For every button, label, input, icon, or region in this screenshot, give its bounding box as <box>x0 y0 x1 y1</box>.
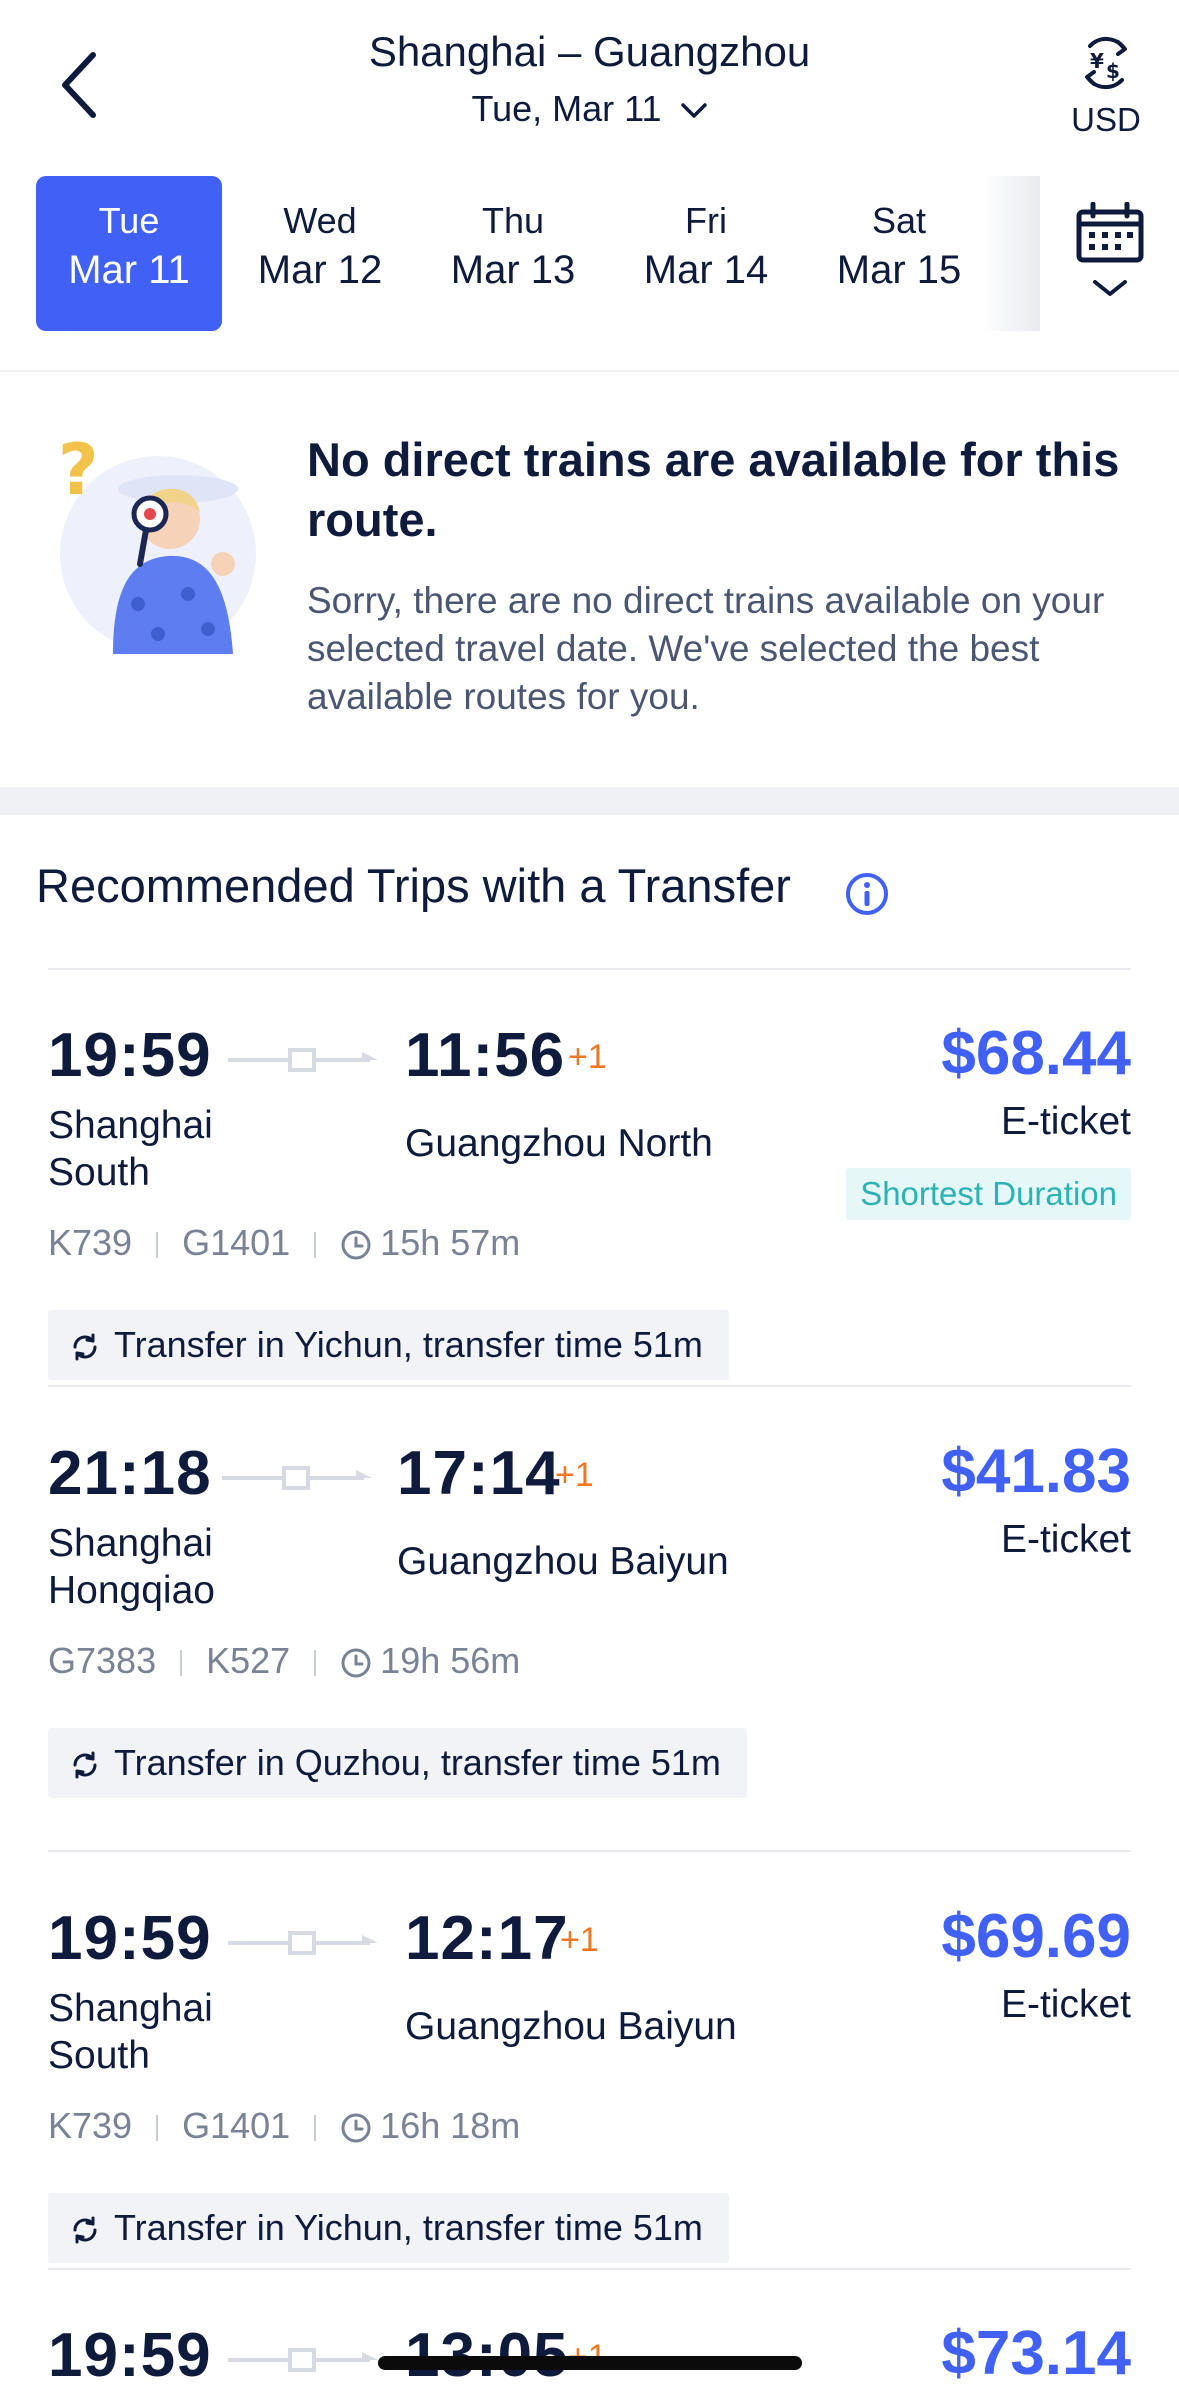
currency-exchange-icon: ¥ $ <box>1085 36 1127 90</box>
date-tab-mar-13[interactable]: Thu Mar 13 <box>420 176 606 331</box>
transfer-icon <box>73 2216 97 2244</box>
departure-station: Shanghai Hongqiao <box>48 1522 215 1612</box>
ticket-type: E-ticket <box>1000 1983 1131 2026</box>
transfer-icon <box>73 1751 97 1779</box>
train-number: G7383 <box>48 1640 157 1681</box>
calendar-icon <box>1076 201 1143 296</box>
route-arrow-icon <box>228 1931 378 1955</box>
trip-card[interactable]: 21:18 17:14 +1 Shanghai Hongqiao Guangzh… <box>0 1418 1179 1818</box>
trip-card[interactable]: 19:59 11:56 +1 Shanghai South Guangzhou … <box>0 1000 1179 1400</box>
departure-station: Shanghai South <box>48 1987 213 2077</box>
date-tab-mar-14[interactable]: Fri Mar 14 <box>613 176 799 331</box>
trip-card[interactable]: 19:59 12:17 +1 Shanghai South Guangzhou … <box>0 1883 1179 2283</box>
day-month: Mar 15 <box>836 248 962 292</box>
train-number: K739 <box>48 1222 133 1263</box>
info-icon[interactable] <box>845 872 889 916</box>
price: $41.83 <box>941 1437 1131 1506</box>
price: $73.14 <box>941 2319 1131 2388</box>
selected-date: Tue, Mar 11 <box>471 88 662 129</box>
header: Shanghai – Guangzhou Tue, Mar 11 ¥ $ USD… <box>0 0 1179 370</box>
train-number: K739 <box>48 2105 133 2146</box>
clock-icon <box>341 1230 371 1260</box>
trip-meta: K739 G1401 15h 57m <box>48 1222 520 1264</box>
clock-icon <box>341 2113 371 2143</box>
price: $69.69 <box>941 1902 1131 1971</box>
route-arrow-icon <box>228 1048 378 1072</box>
day-of-week: Fri <box>685 200 727 241</box>
arrival-station: Guangzhou Baiyun <box>397 1540 729 1583</box>
day-month: Mar 14 <box>643 248 769 292</box>
day-offset: +1 <box>568 1038 607 1076</box>
list-separator <box>48 2268 1131 2270</box>
shortest-duration-badge: Shortest Duration <box>846 1168 1131 1220</box>
svg-text:?: ? <box>58 434 99 511</box>
departure-station: Shanghai South <box>48 1104 213 1194</box>
chevron-down-icon <box>680 103 707 119</box>
departure-time: 19:59 <box>48 1904 212 1973</box>
train-number: G1401 <box>182 1222 291 1263</box>
clock-icon <box>341 1648 371 1678</box>
ticket-type: E-ticket <box>1000 1518 1131 1561</box>
route-arrow-icon <box>228 2348 378 2372</box>
date-tab-mar-12[interactable]: Wed Mar 12 <box>227 176 413 331</box>
train-number: G1401 <box>182 2105 291 2146</box>
svg-text:$: $ <box>1106 59 1120 83</box>
currency-button[interactable]: ¥ $ USD <box>1061 34 1151 144</box>
duration: 15h 57m <box>380 1222 521 1263</box>
traveler-illustration: ? <box>58 429 258 654</box>
arrival-station: Guangzhou Baiyun <box>405 2005 737 2048</box>
departure-time: 21:18 <box>48 1439 212 1508</box>
date-strip: Tue Mar 11 Wed Mar 12 Thu Mar 13 Fri Mar… <box>36 176 1036 331</box>
arrival-time: 12:17 <box>405 1904 569 1973</box>
route-title: Shanghai – Guangzhou <box>368 28 811 75</box>
list-separator <box>48 1385 1131 1387</box>
duration: 16h 18m <box>380 2105 521 2146</box>
day-of-week: Sat <box>871 200 927 241</box>
arrival-time: 11:56 <box>405 1021 566 1090</box>
departure-time: 19:59 <box>48 2321 212 2390</box>
transfer-icon <box>73 1333 97 1361</box>
transfer-info: Transfer in Yichun, transfer time 51m <box>48 1310 729 1380</box>
arrival-station: Guangzhou North <box>405 1122 713 1165</box>
transfer-info: Transfer in Quzhou, transfer time 51m <box>48 1728 747 1798</box>
trip-meta: K739 G1401 16h 18m <box>48 2105 520 2147</box>
section-divider <box>0 787 1179 815</box>
day-of-week: Thu <box>481 200 545 241</box>
date-selector[interactable]: Tue, Mar 11 <box>0 88 1179 130</box>
departure-time: 19:59 <box>48 1021 212 1090</box>
home-indicator <box>378 2356 802 2370</box>
date-strip-fade <box>980 176 1040 331</box>
route-arrow-icon <box>222 1466 372 1490</box>
ticket-type: E-ticket <box>1000 1100 1131 1143</box>
day-offset: +1 <box>560 1921 599 1959</box>
transfer-text: Transfer in Yichun, transfer time 51m <box>114 2207 703 2248</box>
transfer-info: Transfer in Yichun, transfer time 51m <box>48 2193 729 2263</box>
calendar-button[interactable] <box>1040 176 1179 331</box>
no-direct-notice: ? No direct trains are available for thi… <box>0 372 1179 787</box>
price: $68.44 <box>941 1019 1131 1088</box>
section-title: Recommended Trips with a Transfer <box>36 859 791 912</box>
day-of-week: Tue <box>98 200 160 241</box>
arrival-time: 17:14 <box>397 1439 561 1508</box>
svg-text:¥: ¥ <box>1090 49 1104 73</box>
transfer-text: Transfer in Yichun, transfer time 51m <box>114 1324 703 1365</box>
trip-card[interactable]: 19:59 13:05 +1 $73.14 <box>0 2300 1179 2396</box>
date-tab-mar-11[interactable]: Tue Mar 11 <box>36 176 222 331</box>
day-month: Mar 11 <box>68 248 190 292</box>
duration: 19h 56m <box>380 1640 521 1681</box>
day-month: Mar 12 <box>257 248 383 292</box>
list-separator <box>48 1850 1131 1852</box>
trip-meta: G7383 K527 19h 56m <box>48 1640 520 1682</box>
date-tab-mar-15[interactable]: Sat Mar 15 <box>806 176 992 331</box>
list-separator <box>48 968 1131 970</box>
currency-label: USD <box>1071 101 1141 138</box>
day-of-week: Wed <box>283 200 357 241</box>
notice-body: Sorry, there are no direct trains availa… <box>307 580 1105 717</box>
notice-title: No direct trains are available for this … <box>307 433 1120 546</box>
transfer-text: Transfer in Quzhou, transfer time 51m <box>114 1742 721 1783</box>
train-number: K527 <box>206 1640 291 1681</box>
day-month: Mar 13 <box>450 248 576 292</box>
day-offset: +1 <box>555 1456 594 1494</box>
